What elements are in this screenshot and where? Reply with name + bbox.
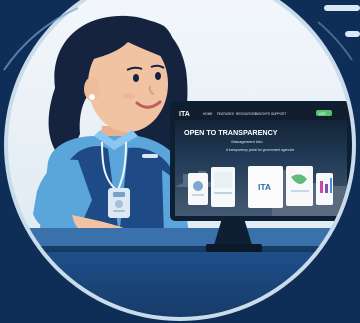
preview-chart-icon-1 bbox=[193, 181, 203, 191]
cheek-blush bbox=[123, 93, 135, 99]
preview-image-2 bbox=[214, 172, 232, 188]
preview-line-4 bbox=[291, 190, 309, 192]
monitor-tagline: A transparency portal for government age… bbox=[226, 148, 295, 152]
monitor-logo: ITA bbox=[179, 111, 190, 118]
id-badge-icon bbox=[108, 188, 130, 218]
desk-shadow bbox=[8, 246, 352, 252]
monitor-nav-insights: INSIGHTS bbox=[255, 112, 270, 116]
monitor-headline: OPEN TO TRANSPARENCY bbox=[184, 128, 278, 137]
right-eye bbox=[155, 72, 161, 80]
monitor-nav-home: HOME bbox=[203, 112, 213, 116]
illustration-scene: ITA HOME FEATURES RESOURCES INSIGHTS SUP… bbox=[0, 0, 360, 323]
earring bbox=[89, 94, 95, 100]
monitor-subheadline: Management Info bbox=[231, 139, 263, 144]
monitor-nav-features: FEATURES bbox=[217, 112, 234, 116]
preview-bar-2 bbox=[325, 184, 328, 193]
monitor-user-badge-label: USR bbox=[319, 112, 326, 116]
left-eye bbox=[133, 74, 139, 82]
preview-line-2 bbox=[214, 192, 232, 194]
vest-pin bbox=[142, 154, 158, 158]
top-right-bar-2 bbox=[345, 31, 360, 37]
top-right-bar-1 bbox=[324, 5, 360, 11]
preview-card-4 bbox=[286, 166, 313, 206]
monitor-nav-support: SUPPORT bbox=[271, 112, 286, 116]
monitor-base bbox=[206, 244, 262, 252]
preview-bar-3 bbox=[330, 178, 332, 193]
preview-center-logo: ITA bbox=[258, 182, 271, 192]
preview-line-1 bbox=[192, 194, 204, 196]
preview-bar-1 bbox=[320, 181, 323, 193]
monitor-nav-resources: RESOURCES bbox=[236, 112, 256, 116]
